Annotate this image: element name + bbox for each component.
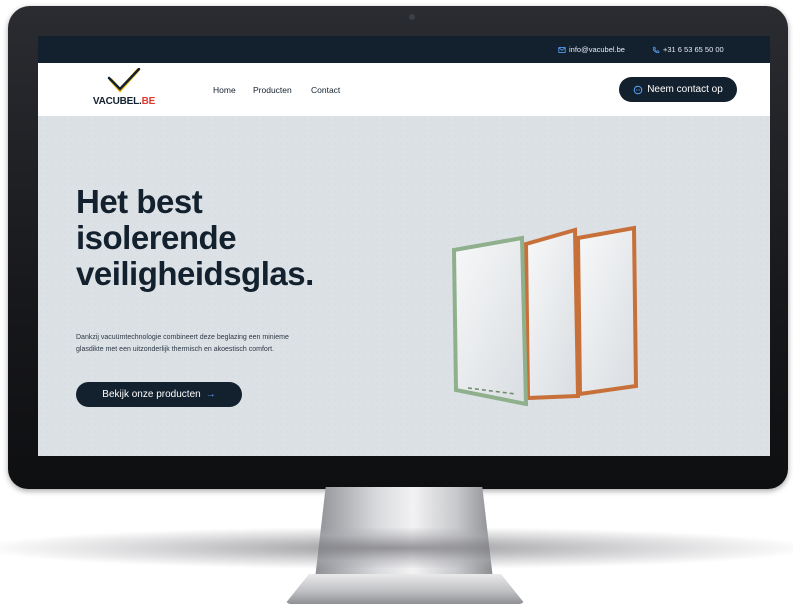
glass-panel-front bbox=[451, 235, 529, 407]
contact-cta-label: Neem contact op bbox=[647, 84, 723, 95]
hero-title: Het best isolerende veiligheidsglas. bbox=[76, 184, 396, 292]
top-phone-text: +31 6 53 65 50 00 bbox=[663, 45, 724, 54]
hero-description-line: Dankzij vacuümtechnologie combineert dez… bbox=[76, 334, 289, 341]
logo-text-accent: BE bbox=[141, 96, 156, 107]
chat-icon bbox=[633, 85, 643, 94]
logo-text-main: VACUBEL. bbox=[92, 96, 142, 107]
hero-description: Dankzij vacuümtechnologie combineert dez… bbox=[76, 332, 366, 356]
glass-panel-middle bbox=[523, 227, 581, 401]
view-products-button[interactable]: Bekijk onze producten → bbox=[76, 382, 242, 407]
top-contact-bar: info@vacubel.be +31 6 53 65 50 00 bbox=[38, 36, 770, 63]
glass-panels-illustration bbox=[451, 225, 639, 407]
stand-reflection bbox=[0, 528, 793, 568]
website-screen: info@vacubel.be +31 6 53 65 50 00 VACUBE… bbox=[38, 36, 770, 456]
envelope-icon bbox=[558, 46, 566, 53]
view-products-label: Bekijk onze producten bbox=[102, 389, 201, 400]
nav-link-home[interactable]: Home bbox=[213, 85, 236, 95]
glass-panel-back bbox=[575, 225, 639, 397]
hero-title-line: isolerende bbox=[76, 219, 237, 256]
checkmark-logo-icon bbox=[107, 68, 141, 93]
monitor-stand-base bbox=[285, 574, 525, 604]
webcam bbox=[409, 14, 415, 20]
phone-icon bbox=[652, 46, 660, 53]
nav-link-contact[interactable]: Contact bbox=[311, 85, 340, 95]
top-email-text: info@vacubel.be bbox=[569, 45, 625, 54]
contact-cta-button[interactable]: Neem contact op bbox=[619, 77, 737, 102]
arrow-right-icon: → bbox=[205, 389, 216, 400]
vacubel-logo[interactable]: VACUBEL.BE bbox=[84, 68, 164, 112]
monitor-bezel: info@vacubel.be +31 6 53 65 50 00 VACUBE… bbox=[8, 6, 788, 489]
top-email-link[interactable]: info@vacubel.be bbox=[558, 45, 625, 54]
logo-text: VACUBEL.BE bbox=[84, 96, 164, 107]
hero-section: Het best isolerende veiligheidsglas. Dan… bbox=[38, 116, 770, 456]
hero-title-line: Het best bbox=[76, 183, 203, 220]
hero-title-line: veiligheidsglas. bbox=[76, 255, 314, 292]
main-navigation: VACUBEL.BE Home Producten Contact Neem c… bbox=[38, 63, 770, 116]
nav-link-producten[interactable]: Producten bbox=[253, 85, 292, 95]
glass-panels-image bbox=[448, 216, 648, 407]
top-phone-link[interactable]: +31 6 53 65 50 00 bbox=[652, 45, 724, 54]
hero-description-line: glasdikte met een uitzonderlijk thermisc… bbox=[76, 346, 275, 353]
